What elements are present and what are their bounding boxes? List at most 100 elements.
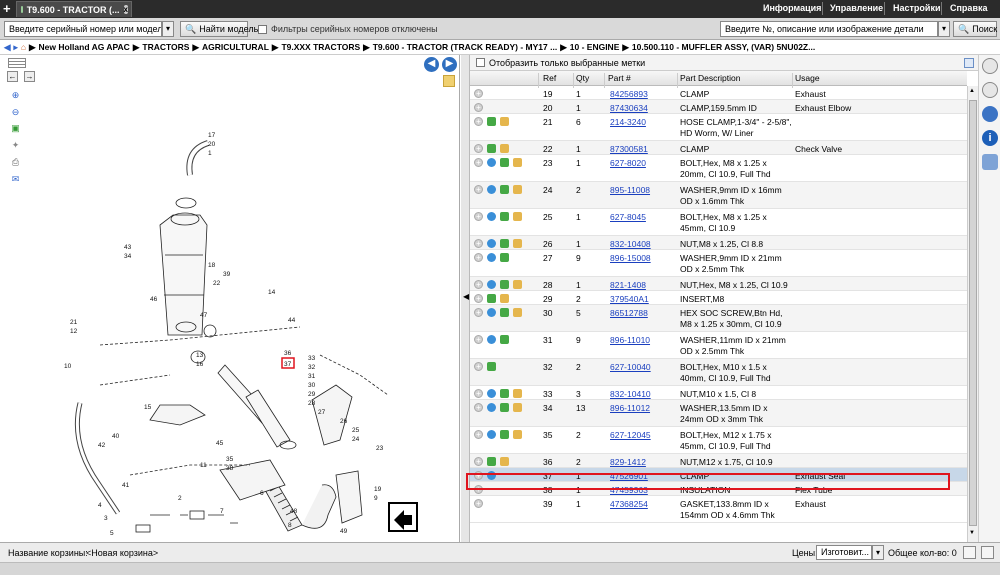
part-search-input[interactable]: Введите №, описание или изображение дета… (720, 21, 938, 37)
add-to-basket-icon[interactable]: + (474, 103, 483, 112)
table-row[interactable]: +32 2 627-10040 BOLT,Hex, M10 x 1.5 x 40mm,… (470, 359, 967, 386)
breadcrumb-item[interactable]: TRACTORS (142, 42, 189, 52)
callout-label[interactable]: 36 (284, 350, 292, 357)
callout-label[interactable]: 15 (144, 404, 152, 411)
kit-icon[interactable] (513, 308, 522, 317)
supersession-icon[interactable] (487, 308, 496, 317)
column-header-ref[interactable]: Ref (543, 73, 556, 83)
alternate-part-icon[interactable] (500, 239, 509, 248)
alternate-part-icon[interactable] (500, 185, 509, 194)
next-page-icon[interactable]: → (24, 71, 35, 82)
callout-label[interactable]: 42 (98, 442, 106, 449)
tab-tractor[interactable]: T9.600 - TRACTOR (... x (16, 1, 132, 17)
callout-label[interactable]: 25 (352, 427, 360, 434)
callout-label[interactable]: 44 (288, 317, 296, 324)
prices-select[interactable]: Изготовит... (816, 545, 872, 560)
row-part-number-link[interactable]: 627-8020 (610, 158, 676, 169)
serial-dropdown-arrow[interactable]: ▾ (162, 21, 174, 37)
callout-label[interactable]: 5 (110, 530, 114, 535)
add-to-basket-icon[interactable]: + (474, 239, 483, 248)
supersession-icon[interactable] (487, 158, 496, 167)
basket-open-icon[interactable] (981, 546, 994, 559)
callout-label[interactable]: 23 (376, 445, 384, 452)
alternate-part-icon[interactable] (487, 117, 496, 126)
table-row[interactable]: +31 9 896-11010 WASHER,11mm ID x 21mm OD x … (470, 332, 967, 359)
table-scrollbar[interactable]: ▲ ▼ (967, 86, 978, 542)
callout-label[interactable]: 10 (64, 363, 72, 370)
kit-icon[interactable] (513, 158, 522, 167)
table-row[interactable]: +27 9 896-15008 WASHER,9mm ID x 21mm OD x 2… (470, 250, 967, 277)
column-header-part[interactable]: Part # (608, 73, 631, 83)
callout-label[interactable]: 40 (112, 433, 120, 440)
column-header-usage[interactable]: Usage (795, 73, 820, 83)
serial-model-input[interactable]: Введите серийный номер или модель (4, 21, 162, 37)
supersession-icon[interactable] (487, 335, 496, 344)
callout-label[interactable]: 34 (124, 253, 132, 260)
next-diagram-icon[interactable]: ▶ (442, 57, 457, 72)
callout-label[interactable]: 22 (213, 280, 221, 287)
callout-label[interactable]: 24 (352, 436, 360, 443)
diagram-return-icon[interactable] (388, 502, 418, 532)
row-part-number-link[interactable]: 896-11010 (610, 335, 676, 346)
users-icon[interactable] (982, 154, 998, 170)
add-to-basket-icon[interactable]: + (474, 362, 483, 371)
column-header-qty[interactable]: Qty (576, 73, 589, 83)
callout-label[interactable]: 48 (290, 508, 298, 515)
add-to-basket-icon[interactable]: + (474, 294, 483, 303)
info-icon[interactable]: i (982, 130, 998, 146)
globe-icon[interactable] (982, 106, 998, 122)
alternate-part-icon[interactable] (500, 308, 509, 317)
alternate-part-icon[interactable] (487, 144, 496, 153)
callout-label-selected[interactable]: 37 (284, 361, 292, 368)
prev-page-icon[interactable]: ← (7, 71, 18, 82)
callout-label[interactable]: 35 (226, 456, 234, 463)
list-toggle-icon[interactable] (8, 58, 26, 68)
nav-back-icon[interactable]: ◀ (4, 42, 11, 53)
find-model-button[interactable]: 🔍 Найти модель (180, 21, 258, 37)
kit-icon[interactable] (513, 185, 522, 194)
kit-icon[interactable] (513, 212, 522, 221)
breadcrumb-item[interactable]: AGRICULTURAL (202, 42, 269, 52)
add-to-basket-icon[interactable]: + (474, 335, 483, 344)
breadcrumb-item[interactable]: 10 - ENGINE (570, 42, 620, 52)
supersession-icon[interactable] (487, 280, 496, 289)
magnify-icon[interactable] (982, 58, 998, 74)
breadcrumb-item[interactable]: T9.XXX TRACTORS (281, 42, 360, 52)
row-part-number-link[interactable]: 627-10040 (610, 362, 676, 373)
scroll-thumb[interactable] (969, 100, 977, 526)
callout-label[interactable]: 12 (70, 328, 78, 335)
nav-forward-icon[interactable]: ▸ (14, 42, 18, 53)
row-part-number-link[interactable]: 832-10408 (610, 239, 676, 250)
add-to-basket-icon[interactable]: + (474, 158, 483, 167)
notes-icon[interactable] (443, 75, 455, 87)
add-to-basket-icon[interactable]: + (474, 185, 483, 194)
table-row[interactable]: +28 1 821-1408 NUT,Hex, M8 x 1.25, Cl 10.9 (470, 277, 967, 291)
hotspot-icon[interactable]: ✦ (9, 139, 22, 152)
breadcrumb-item[interactable]: New Holland AG APAC (39, 42, 130, 52)
pane-options-icon[interactable] (964, 58, 974, 68)
serial-filter-checkbox[interactable] (258, 25, 267, 34)
callout-label[interactable]: 45 (216, 440, 224, 447)
callout-label[interactable]: 20 (208, 141, 216, 148)
table-row[interactable]: +39 1 47368254 GASKET,133.8mm ID x 154mm OD… (470, 496, 967, 523)
prices-dropdown-arrow[interactable]: ▾ (872, 545, 884, 560)
callout-label[interactable]: 18 (208, 262, 216, 269)
table-row[interactable]: +19 1 84256893 CLAMP Exhaust (470, 86, 967, 100)
callout-label[interactable]: 38 (226, 465, 234, 472)
callout-label[interactable]: 6 (260, 490, 264, 497)
scroll-up-icon[interactable]: ▲ (969, 88, 975, 94)
table-row[interactable]: +34 13 896-11012 WASHER,13.5mm ID x 24mm OD… (470, 400, 967, 427)
kit-icon[interactable] (500, 144, 509, 153)
print-icon[interactable]: ⎙ (9, 156, 22, 169)
callout-label[interactable]: 49 (340, 528, 348, 535)
email-icon[interactable]: ✉ (9, 173, 22, 186)
row-part-number-link[interactable]: 87430634 (610, 103, 676, 114)
callout-label[interactable]: 13 (196, 352, 204, 359)
callout-label[interactable]: 7 (220, 508, 224, 515)
callout-label[interactable]: 39 (223, 271, 231, 278)
pane-splitter[interactable]: ◀ (461, 55, 470, 542)
supersession-icon[interactable] (487, 389, 496, 398)
callout-label[interactable]: 11 (200, 462, 207, 469)
table-row[interactable]: +30 5 86512788 HEX SOC SCREW,Btn Hd, M8 x 1… (470, 305, 967, 332)
kit-icon[interactable] (513, 389, 522, 398)
